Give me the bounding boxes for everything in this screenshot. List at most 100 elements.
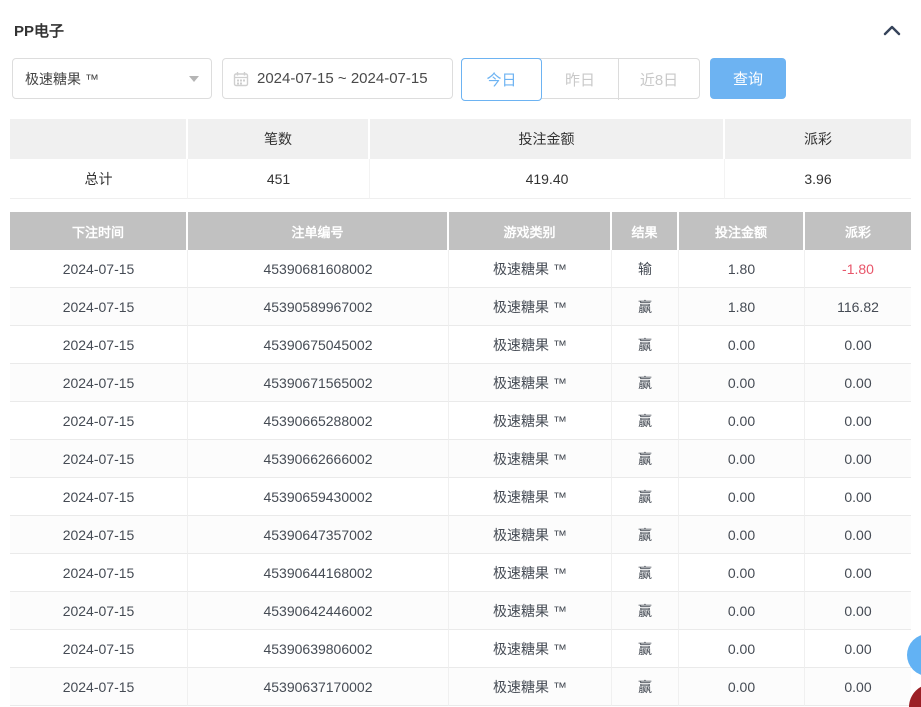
cell-game-category: 极速糖果 ™ (449, 516, 612, 554)
table-row: 2024-07-15 45390644168002 极速糖果 ™ 赢 0.00 … (10, 554, 911, 592)
cell-bet-amount: 0.00 (679, 630, 805, 668)
cell-bet-time: 2024-07-15 (10, 364, 188, 402)
cell-payout: 0.00 (805, 592, 911, 630)
cell-bet-amount: 0.00 (679, 516, 805, 554)
cell-game-category: 极速糖果 ™ (449, 364, 612, 402)
cell-payout: 116.82 (805, 288, 911, 326)
cell-bet-time: 2024-07-15 (10, 440, 188, 478)
summary-table: 笔数 投注金额 派彩 总计 451 419.40 3.96 (10, 119, 911, 199)
date-range-input[interactable]: 2024-07-15 ~ 2024-07-15 (222, 58, 453, 99)
cell-bet-amount: 1.80 (679, 288, 805, 326)
chevron-down-icon (189, 76, 199, 82)
table-row: 2024-07-15 45390665288002 极速糖果 ™ 赢 0.00 … (10, 402, 911, 440)
cell-bet-id: 45390639806002 (188, 630, 449, 668)
table-row: 2024-07-15 45390662666002 极速糖果 ™ 赢 0.00 … (10, 440, 911, 478)
cell-payout: 0.00 (805, 402, 911, 440)
detail-header-result: 结果 (612, 212, 679, 250)
cell-result: 赢 (612, 478, 679, 516)
cell-bet-id: 45390644168002 (188, 554, 449, 592)
cell-game-category: 极速糖果 ™ (449, 402, 612, 440)
cell-bet-id: 45390642446002 (188, 592, 449, 630)
page-title: PP电子 (14, 20, 64, 41)
calendar-icon (233, 71, 249, 87)
cell-bet-time: 2024-07-15 (10, 668, 188, 706)
cell-bet-id: 45390659430002 (188, 478, 449, 516)
table-row: 2024-07-15 45390647357002 极速糖果 ™ 赢 0.00 … (10, 516, 911, 554)
cell-game-category: 极速糖果 ™ (449, 592, 612, 630)
table-row: 2024-07-15 45390642446002 极速糖果 ™ 赢 0.00 … (10, 592, 911, 630)
detail-header-row: 下注时间 注单编号 游戏类别 结果 投注金额 派彩 (10, 212, 911, 250)
cell-game-category: 极速糖果 ™ (449, 288, 612, 326)
cell-game-category: 极速糖果 ™ (449, 630, 612, 668)
cell-result: 赢 (612, 364, 679, 402)
cell-bet-amount: 0.00 (679, 402, 805, 440)
yesterday-button[interactable]: 昨日 (542, 59, 618, 100)
game-select-value: 极速糖果 ™ (25, 69, 99, 89)
cell-payout: -1.80 (805, 250, 911, 288)
cell-result: 赢 (612, 516, 679, 554)
cell-bet-id: 45390671565002 (188, 364, 449, 402)
cell-game-category: 极速糖果 ™ (449, 326, 612, 364)
date-range-value: 2024-07-15 ~ 2024-07-15 (257, 70, 428, 87)
table-row: 2024-07-15 45390639806002 极速糖果 ™ 赢 0.00 … (10, 630, 911, 668)
table-row: 2024-07-15 45390659430002 极速糖果 ™ 赢 0.00 … (10, 478, 911, 516)
summary-total-row: 总计 451 419.40 3.96 (10, 159, 911, 199)
cell-bet-time: 2024-07-15 (10, 402, 188, 440)
cell-bet-amount: 0.00 (679, 478, 805, 516)
cell-bet-amount: 1.80 (679, 250, 805, 288)
summary-total-count: 451 (188, 159, 370, 199)
cell-result: 赢 (612, 592, 679, 630)
cell-game-category: 极速糖果 ™ (449, 440, 612, 478)
cell-game-category: 极速糖果 ™ (449, 478, 612, 516)
cell-result: 赢 (612, 326, 679, 364)
chevron-up-icon (883, 24, 901, 36)
table-row: 2024-07-15 45390671565002 极速糖果 ™ 赢 0.00 … (10, 364, 911, 402)
summary-header-payout: 派彩 (725, 119, 911, 159)
bet-records-table: 下注时间 注单编号 游戏类别 结果 投注金额 派彩 2024-07-15 453… (10, 212, 911, 706)
cell-result: 赢 (612, 440, 679, 478)
cell-payout: 0.00 (805, 440, 911, 478)
cell-bet-id: 45390647357002 (188, 516, 449, 554)
today-button[interactable]: 今日 (461, 58, 542, 101)
pp-electronic-panel: PP电子 极速糖果 ™ 2024-07-15 ~ 2024-0 (0, 0, 921, 707)
summary-header-blank (10, 119, 188, 159)
summary-header-bet-amount: 投注金额 (370, 119, 725, 159)
cell-game-category: 极速糖果 ™ (449, 554, 612, 592)
cell-bet-amount: 0.00 (679, 592, 805, 630)
cell-bet-time: 2024-07-15 (10, 630, 188, 668)
cell-bet-time: 2024-07-15 (10, 250, 188, 288)
cell-payout: 0.00 (805, 554, 911, 592)
table-row: 2024-07-15 45390637170002 极速糖果 ™ 赢 0.00 … (10, 668, 911, 706)
cell-bet-time: 2024-07-15 (10, 478, 188, 516)
summary-total-payout: 3.96 (725, 159, 911, 199)
detail-header-bet-amount: 投注金额 (679, 212, 805, 250)
cell-game-category: 极速糖果 ™ (449, 250, 612, 288)
detail-header-payout: 派彩 (805, 212, 911, 250)
game-select[interactable]: 极速糖果 ™ (12, 58, 212, 99)
table-row: 2024-07-15 45390681608002 极速糖果 ™ 输 1.80 … (10, 250, 911, 288)
search-button[interactable]: 查询 (710, 58, 786, 99)
date-quick-filter-group: 今日 昨日 近8日 (461, 58, 700, 99)
cell-payout: 0.00 (805, 630, 911, 668)
detail-header-bet-time: 下注时间 (10, 212, 188, 250)
cell-result: 赢 (612, 554, 679, 592)
cell-result: 赢 (612, 630, 679, 668)
cell-game-category: 极速糖果 ™ (449, 668, 612, 706)
cell-payout: 0.00 (805, 478, 911, 516)
cell-bet-time: 2024-07-15 (10, 516, 188, 554)
cell-bet-time: 2024-07-15 (10, 554, 188, 592)
cell-bet-id: 45390662666002 (188, 440, 449, 478)
cell-bet-id: 45390681608002 (188, 250, 449, 288)
cell-bet-id: 45390637170002 (188, 668, 449, 706)
cell-payout: 0.00 (805, 668, 911, 706)
cell-result: 赢 (612, 668, 679, 706)
cell-bet-time: 2024-07-15 (10, 592, 188, 630)
cell-result: 输 (612, 250, 679, 288)
summary-header-row: 笔数 投注金额 派彩 (10, 119, 911, 159)
cell-payout: 0.00 (805, 326, 911, 364)
cell-bet-amount: 0.00 (679, 364, 805, 402)
collapse-button[interactable] (880, 20, 904, 40)
cell-result: 赢 (612, 288, 679, 326)
cell-bet-id: 45390665288002 (188, 402, 449, 440)
last-8-days-button[interactable]: 近8日 (618, 59, 699, 100)
